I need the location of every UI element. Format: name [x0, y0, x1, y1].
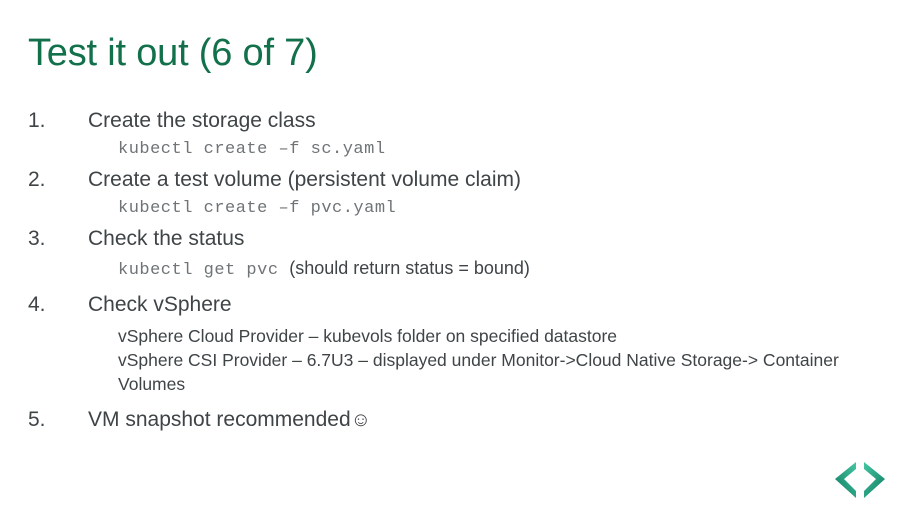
- command-text: kubectl create –f sc.yaml: [118, 140, 386, 159]
- right-angle-bracket-shape: [864, 462, 885, 498]
- list-item-subtext: vSphere CSI Provider – 6.7U3 – displayed…: [118, 350, 839, 394]
- list-item-title: VM snapshot recommended: [88, 408, 351, 431]
- list-item-number: 4.: [28, 293, 46, 316]
- command-text: kubectl create –f pvc.yaml: [118, 199, 397, 218]
- list-item: 2. Create a test volume (persistent volu…: [0, 164, 880, 195]
- list-item: 5. VM snapshot recommended☺: [0, 404, 880, 436]
- list-item-title: Create the storage class: [88, 109, 316, 132]
- command-note: (should return status = bound): [289, 258, 530, 278]
- left-angle-bracket-shape: [835, 462, 856, 498]
- command-text: kubectl get pvc: [118, 261, 290, 280]
- list-item-detail: kubectl create –f sc.yaml: [0, 136, 880, 164]
- list-item-title: Check vSphere: [88, 293, 232, 316]
- list-item: 1. Create the storage class: [0, 105, 880, 136]
- list-item-number: 1.: [28, 109, 46, 132]
- list-item: 4. Check vSphere: [0, 289, 880, 320]
- list-item: 3. Check the status: [0, 223, 880, 254]
- list-item-detail: kubectl get pvc (should return status = …: [0, 254, 880, 285]
- list-item-title: Create a test volume (persistent volume …: [88, 168, 521, 191]
- numbered-list: 1. Create the storage class kubectl crea…: [0, 105, 880, 436]
- smiley-icon: ☺: [350, 409, 372, 431]
- list-item-number: 2.: [28, 168, 46, 191]
- list-item-number: 3.: [28, 227, 46, 250]
- list-item-number: 5.: [28, 408, 46, 431]
- list-item-detail: kubectl create –f pvc.yaml: [0, 195, 880, 223]
- angle-brackets-logo: [831, 458, 893, 502]
- slide-canvas: Test it out (6 of 7) 1. Create the stora…: [0, 0, 907, 510]
- list-item-title: Check the status: [88, 227, 245, 250]
- page-title: Test it out (6 of 7): [28, 32, 318, 74]
- list-item-subtext: vSphere Cloud Provider – kubevols folder…: [118, 326, 618, 346]
